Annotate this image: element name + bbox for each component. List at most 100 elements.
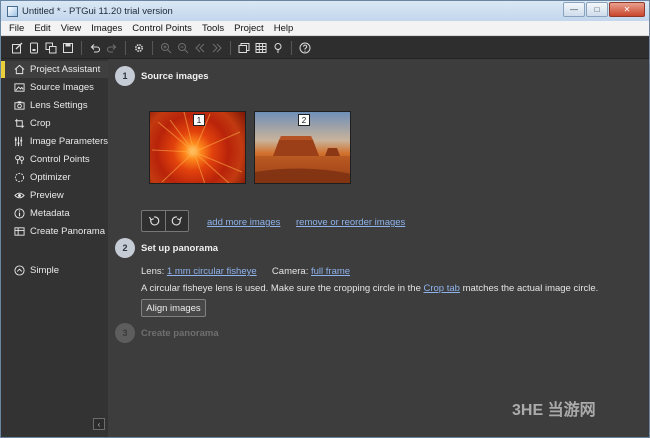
info-prefix: A circular fisheye lens is used. Make su… [141,283,424,294]
sidebar-item-image-parameters[interactable]: Image Parameters [5,133,108,150]
home-icon [13,64,25,76]
info-icon [13,208,25,220]
toolbar-separator [152,40,153,55]
sidebar-item-label: Source Images [30,82,94,93]
source-image-thumbnail[interactable]: 1 [149,111,246,184]
sidebar-mode-simple[interactable]: Simple [5,262,108,279]
step-number: 1 [115,66,135,86]
step-title: Source images [141,71,209,82]
open-project-icon[interactable] [27,41,41,55]
sidebar-item-label: Optimizer [30,172,71,183]
rotate-left-icon [148,216,159,226]
sidebar-item-label: Metadata [30,208,70,219]
camera-value-link[interactable]: full frame [311,266,350,277]
undo-icon[interactable] [88,41,102,55]
sidebar-item-metadata[interactable]: Metadata [5,205,108,222]
step-title: Set up panorama [141,243,219,254]
menu-view[interactable]: View [56,23,86,34]
window-title: Untitled * - PTGui 11.20 trial version [22,5,173,17]
sidebar-item-label: Control Points [30,154,90,165]
rotate-buttons [141,210,189,232]
caption-buttons: — □ ✕ [562,2,645,17]
eye-icon [13,190,25,202]
copy-icon[interactable] [44,41,58,55]
image-number-badge: 1 [193,114,205,126]
remove-reorder-images-link[interactable]: remove or reorder images [296,217,405,228]
image-number-badge: 2 [298,114,310,126]
toolbar-separator [81,40,82,55]
rotate-left-button[interactable] [142,211,165,231]
next-icon[interactable] [210,41,224,55]
menu-tools[interactable]: Tools [197,23,229,34]
table-icon[interactable] [254,41,268,55]
fisheye-info-text: A circular fisheye lens is used. Make su… [141,283,598,294]
lightbulb-icon[interactable] [271,41,285,55]
crop-icon [13,118,25,130]
source-image-thumbnail[interactable]: 2 [254,111,351,184]
save-icon[interactable] [61,41,75,55]
new-project-icon[interactable] [10,41,24,55]
step-title: Create panorama [141,328,219,339]
watermark: 3HE 当游网 [512,402,596,419]
sidebar-item-lens-settings[interactable]: Lens Settings [5,97,108,114]
sidebar-item-label: Image Parameters [29,136,108,147]
toolbar [1,37,649,59]
info-suffix: matches the actual image circle. [459,283,599,294]
crop-tab-link[interactable]: Crop tab [424,283,460,294]
sidebar-item-crop[interactable]: Crop [5,115,108,132]
app-icon [7,5,18,17]
menu-edit[interactable]: Edit [29,23,55,34]
title-bar: Untitled * - PTGui 11.20 trial version —… [1,1,649,21]
toolbar-separator [125,40,126,55]
toolbar-separator [230,40,231,55]
rotate-right-button[interactable] [165,211,188,231]
sidebar-item-label: Preview [30,190,64,201]
maximize-button[interactable]: □ [586,2,608,17]
camera-icon [13,100,25,112]
chevron-up-circle-icon [13,265,25,277]
help-icon[interactable] [298,41,312,55]
sidebar-item-optimizer[interactable]: Optimizer [5,169,108,186]
zoom-out-icon[interactable] [176,41,190,55]
sidebar-item-label: Crop [30,118,51,129]
camera-label: Camera: [271,266,309,277]
sidebar-item-label: Create Panorama [30,226,105,237]
optimizer-icon [13,172,25,184]
menu-control-points[interactable]: Control Points [127,23,197,34]
sidebar-mode-label: Simple [30,265,60,276]
zoom-in-icon[interactable] [159,41,173,55]
menu-bar: File Edit View Images Control Points Too… [1,21,649,36]
sidebar-item-source-images[interactable]: Source Images [5,79,108,96]
sliders-icon [13,136,25,148]
panorama-icon [13,226,25,238]
menu-file[interactable]: File [1,23,29,34]
add-more-images-link[interactable]: add more images [207,217,280,228]
menu-images[interactable]: Images [86,23,127,34]
toolbar-separator [291,40,292,55]
sidebar-item-preview[interactable]: Preview [5,187,108,204]
panorama-editor-icon[interactable] [237,41,251,55]
ptgui-window: Untitled * - PTGui 11.20 trial version —… [0,0,650,438]
previous-icon[interactable] [193,41,207,55]
sidebar-item-create-panorama[interactable]: Create Panorama [5,223,108,240]
rotate-right-icon [171,216,182,226]
image-icon [13,82,25,94]
sidebar-item-label: Lens Settings [30,100,88,111]
lens-value-link[interactable]: 1 mm circular fisheye [167,266,257,277]
redo-icon[interactable] [105,41,119,55]
lens-camera-line: Lens: 1 mm circular fisheye Camera: full… [141,266,350,277]
lens-label: Lens: [141,266,165,277]
menu-help[interactable]: Help [269,23,299,34]
settings-icon[interactable] [132,41,146,55]
align-images-button[interactable]: Align images [141,299,206,317]
sidebar-item-project-assistant[interactable]: Project Assistant [1,61,108,78]
close-button[interactable]: ✕ [609,2,645,17]
minimize-button[interactable]: — [563,2,585,17]
collapse-sidebar-button[interactable]: ‹ [93,418,105,430]
sidebar: Project Assistant Source Images Lens Set… [1,59,108,437]
step-number: 3 [115,323,135,343]
step-number: 2 [115,238,135,258]
pins-icon [13,154,25,166]
sidebar-item-control-points[interactable]: Control Points [5,151,108,168]
menu-project[interactable]: Project [229,23,269,34]
